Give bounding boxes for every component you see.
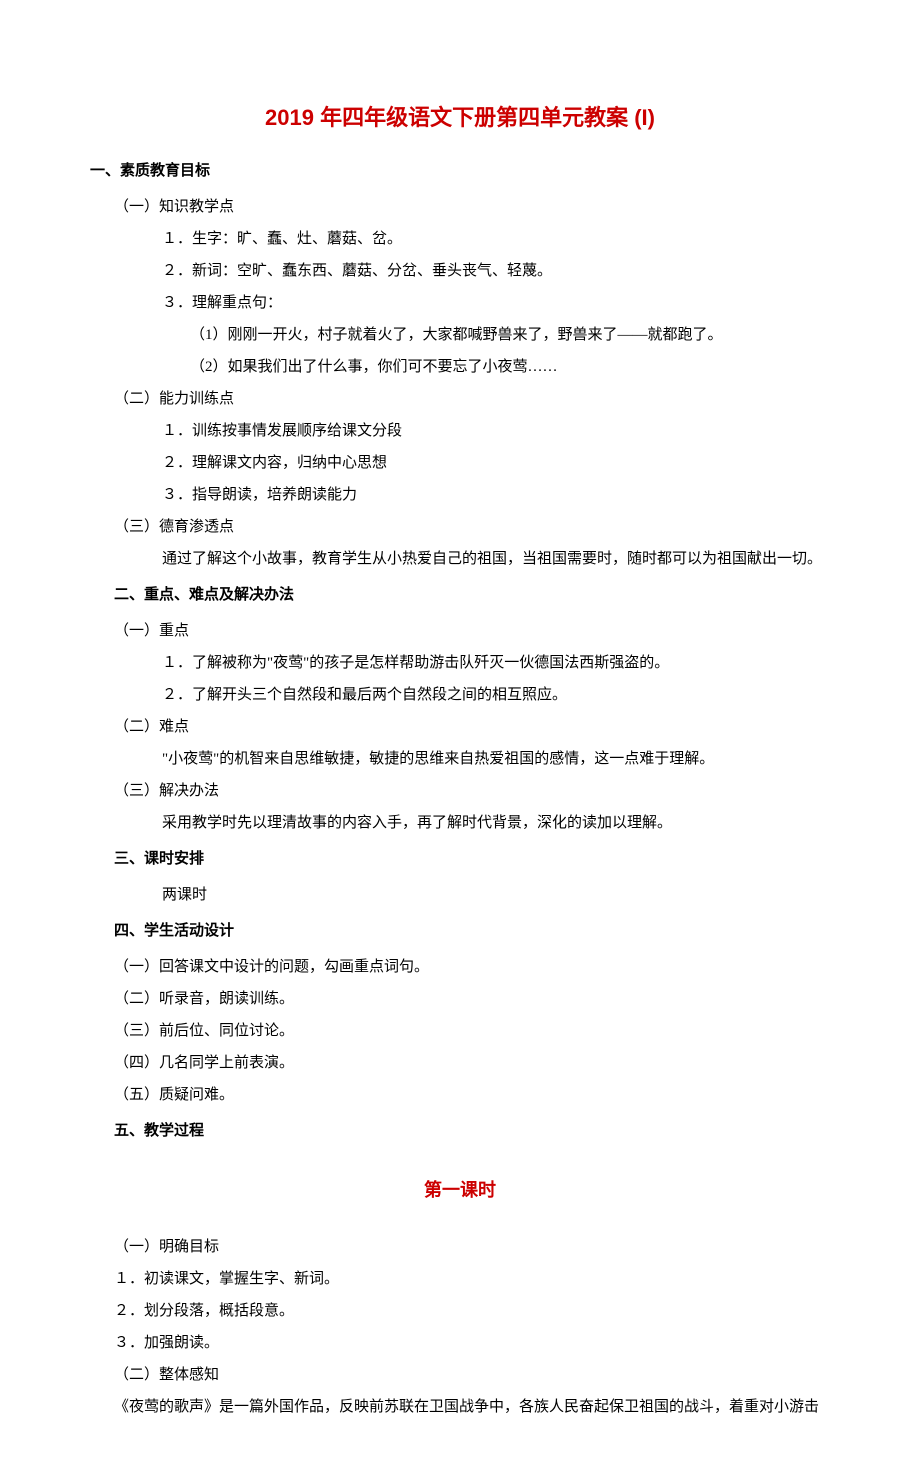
list-item: （五）质疑问难。 [114,1080,830,1110]
section-2-1-heading: （一）重点 [114,616,830,646]
list-item: （二）听录音，朗读训练。 [114,984,830,1014]
main-title: 2019 年四年级语文下册第四单元教案 (I) [90,100,830,132]
list-item: ３．理解重点句： [162,288,830,318]
list-item: ２．理解课文内容，归纳中心思想 [162,448,830,478]
section-3-heading: 三、课时安排 [114,844,830,874]
paragraph: 采用教学时先以理清故事的内容入手，再了解时代背景，深化的读加以理解。 [162,808,830,838]
list-item: １．训练按事情发展顺序给课文分段 [162,416,830,446]
paragraph: "小夜莺"的机智来自思维敏捷，敏捷的思维来自热爱祖国的感情，这一点难于理解。 [162,744,830,774]
list-item: １．初读课文，掌握生字、新词。 [114,1264,830,1294]
paragraph: 通过了解这个小故事，教育学生从小热爱自己的祖国，当祖国需要时，随时都可以为祖国献… [162,544,830,574]
list-item: １．生字：旷、蠢、灶、蘑菇、岔。 [162,224,830,254]
list-item: １．了解被称为"夜莺"的孩子是怎样帮助游击队歼灭一伙德国法西斯强盗的。 [162,648,830,678]
document-page: 2019 年四年级语文下册第四单元教案 (I) 一、素质教育目标 （一）知识教学… [0,0,920,1484]
section-1-2-heading: （二）能力训练点 [114,384,830,414]
paragraph: 《夜莺的歌声》是一篇外国作品，反映前苏联在卫国战争中，各族人民奋起保卫祖国的战斗… [114,1392,830,1422]
list-item: ３．指导朗读，培养朗读能力 [162,480,830,510]
paragraph: 两课时 [162,880,830,910]
list-item: ２．了解开头三个自然段和最后两个自然段之间的相互照应。 [162,680,830,710]
section-1-1-heading: （一）知识教学点 [114,192,830,222]
section-2-2-heading: （二）难点 [114,712,830,742]
list-item: ３．加强朗读。 [114,1328,830,1358]
list-item: ２．划分段落，概括段意。 [114,1296,830,1326]
lesson-sub-1: （一）明确目标 [114,1232,830,1262]
list-item: （四）几名同学上前表演。 [114,1048,830,1078]
section-1-3-heading: （三）德育渗透点 [114,512,830,542]
section-4-heading: 四、学生活动设计 [114,916,830,946]
list-item: （三）前后位、同位讨论。 [114,1016,830,1046]
section-5-heading: 五、教学过程 [114,1116,830,1146]
list-item: （一）回答课文中设计的问题，勾画重点词句。 [114,952,830,982]
section-2-heading: 二、重点、难点及解决办法 [114,580,830,610]
list-item: ２．新词：空旷、蠢东西、蘑菇、分岔、垂头丧气、轻蔑。 [162,256,830,286]
lesson-title: 第一课时 [90,1176,830,1202]
list-item: （2）如果我们出了什么事，你们可不要忘了小夜莺…… [190,352,830,382]
lesson-sub-2: （二）整体感知 [114,1360,830,1390]
list-item: （1）刚刚一开火，村子就着火了，大家都喊野兽来了，野兽来了——就都跑了。 [190,320,830,350]
section-2-3-heading: （三）解决办法 [114,776,830,806]
section-1-heading: 一、素质教育目标 [90,156,830,186]
